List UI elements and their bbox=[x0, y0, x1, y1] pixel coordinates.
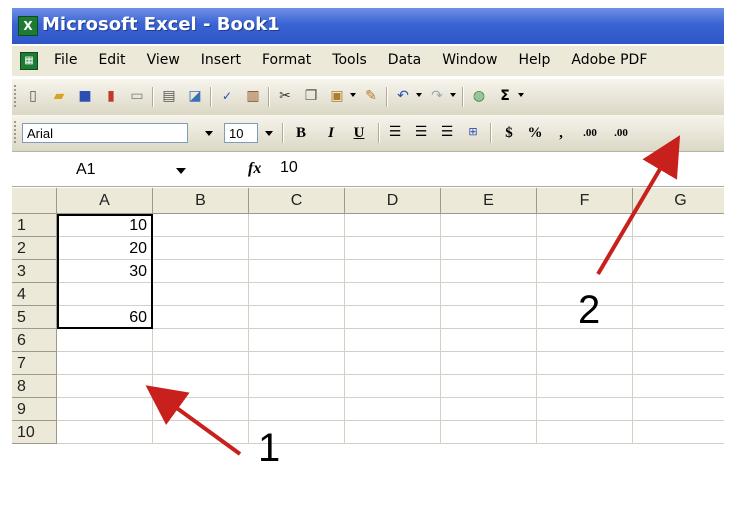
annotation-label-1: 1 bbox=[258, 426, 281, 470]
annotation-label-2: 2 bbox=[578, 288, 601, 332]
arrow-1-icon bbox=[145, 385, 242, 456]
arrow-2-icon bbox=[596, 135, 681, 276]
excel-window: X Microsoft Excel - Book1 ▦ File Edit Vi… bbox=[12, 8, 724, 517]
annotation-arrows bbox=[145, 135, 681, 456]
